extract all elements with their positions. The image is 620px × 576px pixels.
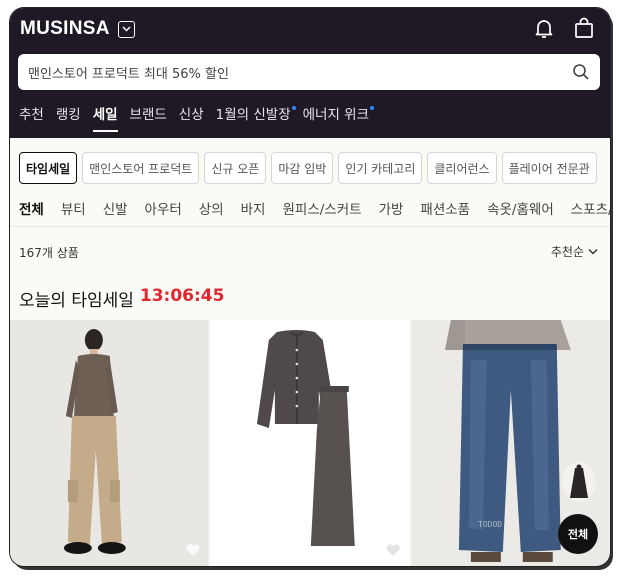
- chip-clearance[interactable]: 클리어런스: [427, 152, 497, 184]
- category-outer[interactable]: 아우터: [145, 198, 182, 218]
- chip-time-sale[interactable]: 타임세일: [19, 152, 78, 184]
- product-count: 167개 상품: [19, 246, 79, 260]
- heart-icon[interactable]: [185, 542, 201, 558]
- nav-item-ranking[interactable]: 랭킹: [56, 104, 81, 132]
- chip-closing-soon[interactable]: 마감 임박: [271, 152, 334, 184]
- category-all[interactable]: 전체: [19, 198, 44, 218]
- product-image[interactable]: [10, 320, 209, 566]
- product-card[interactable]: [210, 320, 410, 566]
- category-pants[interactable]: 바지: [241, 198, 266, 218]
- all-menu-button[interactable]: 전체: [558, 514, 598, 554]
- category-sports[interactable]: 스포츠/레: [571, 198, 610, 218]
- bell-icon[interactable]: [532, 16, 556, 40]
- category-bags[interactable]: 가방: [379, 198, 404, 218]
- main-nav: 추천 랭킹 세일 브랜드 신상 1월의 신발장 에너지 위크: [19, 104, 381, 134]
- new-dot: [370, 106, 375, 110]
- search-input[interactable]: 맨인스토어 프로덕트 최대 56% 할인: [28, 63, 572, 82]
- chip-maninstore[interactable]: 맨인스토어 프로덕트: [82, 152, 200, 184]
- bag-icon[interactable]: [572, 16, 596, 40]
- chip-popular-category[interactable]: 인기 카테고리: [338, 152, 423, 184]
- new-dot: [291, 106, 296, 110]
- nav-item-energy-week[interactable]: 에너지 위크: [302, 104, 375, 132]
- sort-dropdown[interactable]: 추천순: [551, 243, 598, 260]
- product-image[interactable]: [210, 320, 410, 566]
- category-dress-skirt[interactable]: 원피스/스커트: [282, 198, 361, 218]
- product-card[interactable]: [10, 320, 209, 566]
- nav-item-new[interactable]: 신상: [179, 104, 204, 132]
- search-icon[interactable]: [572, 63, 590, 81]
- nav-item-shoe-closet[interactable]: 1월의 신발장: [215, 104, 296, 132]
- countdown-timer: 13:06:45: [139, 286, 225, 306]
- chevron-down-icon[interactable]: [117, 20, 135, 38]
- chip-player[interactable]: 플레이어 전문관: [501, 152, 597, 184]
- category-tabs: 전체 뷰티 신발 아우터 상의 바지 원피스/스커트 가방 패션소품 속옷/홈웨…: [19, 198, 610, 218]
- sort-label: 추천순: [550, 245, 584, 259]
- recent-item-thumbnail[interactable]: [562, 462, 596, 502]
- header-icons: [532, 16, 596, 40]
- logo[interactable]: MUSINSA: [20, 18, 110, 40]
- app-frame: MUSINSA 맨인스토어 프로덕트 최대 56% 할인 추천 랭킹 세일 브랜…: [10, 8, 610, 566]
- nav-item-sale[interactable]: 세일: [92, 104, 118, 132]
- time-sale-title: 오늘의 타임세일: [19, 291, 134, 311]
- product-grid: [10, 320, 610, 566]
- category-beauty[interactable]: 뷰티: [61, 198, 86, 218]
- search-bar[interactable]: 맨인스토어 프로덕트 최대 56% 할인: [18, 54, 600, 90]
- nav-item-brand[interactable]: 브랜드: [130, 104, 167, 132]
- time-sale-heading: 오늘의 타임세일 13:06:45: [19, 286, 224, 311]
- watermark: TODOD: [478, 520, 503, 529]
- category-tops[interactable]: 상의: [199, 198, 224, 218]
- chevron-down-icon: [588, 249, 598, 255]
- divider: [10, 226, 610, 227]
- sale-chips: 타임세일 맨인스토어 프로덕트 신규 오픈 마감 임박 인기 카테고리 클리어런…: [19, 152, 597, 184]
- chip-new-open[interactable]: 신규 오픈: [204, 152, 267, 184]
- logo-row: MUSINSA: [20, 16, 135, 42]
- heart-icon[interactable]: [385, 542, 401, 558]
- category-shoes[interactable]: 신발: [103, 198, 128, 218]
- nav-label: 1월의 신발장: [215, 107, 291, 123]
- category-accessories[interactable]: 패션소품: [420, 198, 470, 218]
- nav-label: 에너지 위크: [302, 107, 370, 123]
- nav-item-recommend[interactable]: 추천: [19, 104, 44, 132]
- header: MUSINSA 맨인스토어 프로덕트 최대 56% 할인 추천 랭킹 세일 브랜…: [10, 8, 610, 138]
- category-underwear[interactable]: 속옷/홈웨어: [487, 198, 554, 218]
